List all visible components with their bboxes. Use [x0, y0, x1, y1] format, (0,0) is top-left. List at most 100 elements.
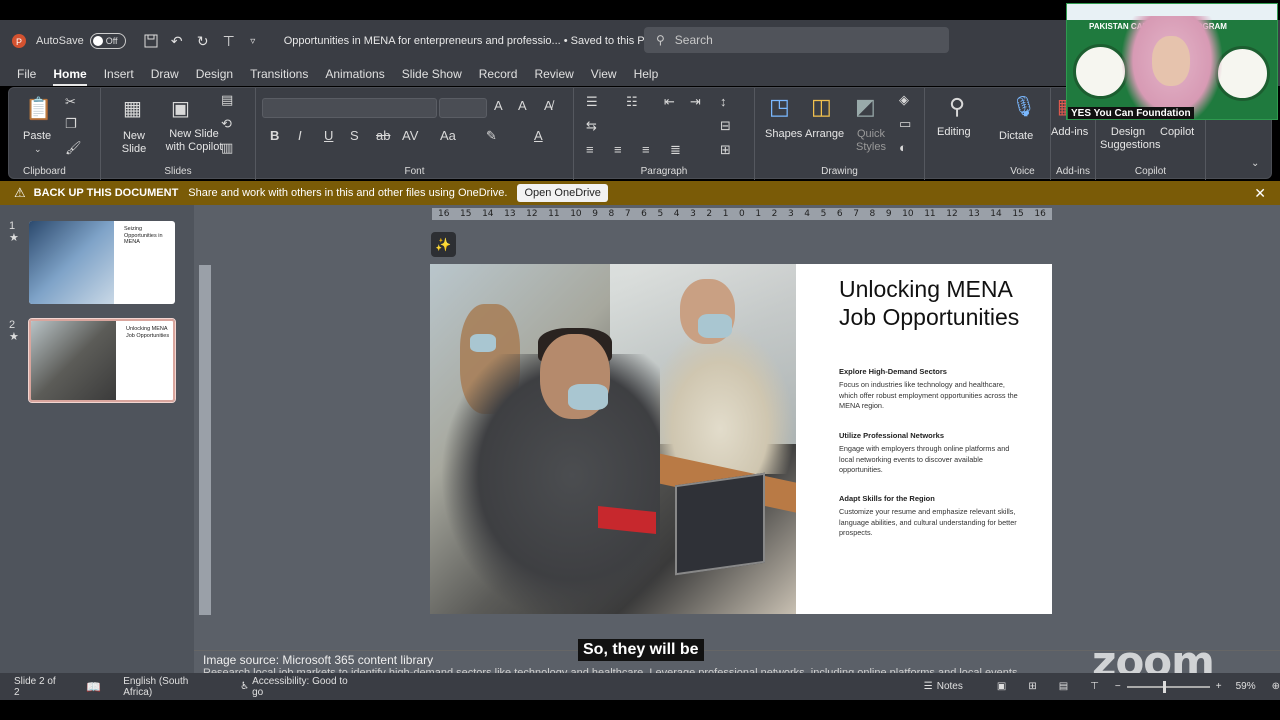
arrange-icon[interactable]: ◫	[811, 94, 832, 120]
close-icon[interactable]: ✕	[1254, 185, 1266, 202]
reset-icon[interactable]: ⟲	[221, 116, 232, 132]
reading-view-icon[interactable]: ▤	[1059, 681, 1068, 692]
ribbon-collapse-icon[interactable]: ⌄	[1251, 158, 1259, 169]
slide-thumbnail-2[interactable]: Unlocking MENA Job Opportunities	[28, 318, 176, 403]
underline-icon[interactable]: U	[324, 128, 333, 143]
save-icon[interactable]	[140, 30, 162, 52]
layout-icon[interactable]: ▤	[221, 92, 233, 108]
change-case-icon[interactable]: Aa	[440, 128, 456, 143]
document-title[interactable]: Opportunities in MENA for enterpreneurs …	[284, 35, 653, 47]
shape-effects-icon[interactable]: ◐	[899, 140, 907, 155]
undo-icon[interactable]: ↶	[166, 30, 188, 52]
language-status[interactable]: English (South Africa)	[123, 676, 216, 698]
font-name-dropdown[interactable]	[262, 98, 437, 118]
find-icon[interactable]: ⚲	[949, 94, 965, 120]
bullets-icon[interactable]: ☰	[586, 94, 598, 110]
tab-file[interactable]: File	[17, 67, 36, 86]
decrease-font-icon[interactable]: A	[518, 98, 527, 113]
dictate-button[interactable]: Dictate	[999, 130, 1033, 143]
slide-canvas[interactable]: Unlocking MENA Job Opportunities Explore…	[430, 264, 1052, 614]
decrease-indent-icon[interactable]: ⇤	[664, 94, 675, 110]
arrange-button[interactable]: Arrange	[805, 128, 844, 141]
open-onedrive-button[interactable]: Open OneDrive	[517, 184, 608, 202]
customize-toolbar-icon[interactable]: ▿	[242, 30, 264, 52]
shapes-icon[interactable]: ◳	[769, 94, 790, 120]
design-suggestions-button[interactable]: Design Suggestions	[1100, 126, 1161, 152]
quick-styles-icon[interactable]: ◩	[855, 94, 876, 120]
search-box[interactable]: ⚲ Search	[644, 27, 949, 53]
zoom-out-icon[interactable]: −	[1115, 681, 1121, 692]
increase-indent-icon[interactable]: ⇥	[690, 94, 701, 110]
clear-format-icon[interactable]: A̸	[544, 98, 553, 113]
accessibility-icon[interactable]: ♿	[240, 681, 249, 692]
slide-title[interactable]: Unlocking MENA Job Opportunities	[839, 275, 1039, 331]
slide-section-1[interactable]: Explore High-Demand Sectors Focus on ind…	[839, 367, 1019, 412]
cut-icon[interactable]: ✂	[65, 94, 76, 110]
designer-magic-icon[interactable]: ✨	[431, 232, 456, 257]
tab-draw[interactable]: Draw	[151, 67, 179, 86]
slide-section-3[interactable]: Adapt Skills for the Region Customize yo…	[839, 494, 1019, 539]
line-spacing-icon[interactable]: ↕	[720, 94, 727, 109]
quick-styles-button[interactable]: Quick Styles	[851, 128, 891, 154]
align-center-icon[interactable]: ≡	[614, 142, 622, 157]
tab-design[interactable]: Design	[196, 67, 233, 86]
shape-fill-icon[interactable]: ◈	[899, 92, 909, 108]
notes-button[interactable]: Notes	[937, 681, 963, 692]
slide-thumbnail-1[interactable]: Seizing Opportunities in MENA	[29, 221, 175, 304]
slide-section-2[interactable]: Utilize Professional Networks Engage wit…	[839, 431, 1019, 476]
shadow-icon[interactable]: S	[350, 128, 359, 143]
italic-icon[interactable]: I	[298, 128, 302, 143]
paste-icon[interactable]: 📋	[25, 96, 52, 122]
normal-view-icon[interactable]: ▣	[997, 681, 1006, 692]
font-color-icon[interactable]: A	[534, 128, 543, 143]
tab-view[interactable]: View	[591, 67, 617, 86]
fit-slide-icon[interactable]: ⊕	[1272, 681, 1280, 692]
slideshow-icon[interactable]: ⊤	[1090, 681, 1099, 692]
participant-video[interactable]: PAKISTAN CAREER ESS PROGRAM YES You Can …	[1066, 3, 1278, 120]
tab-review[interactable]: Review	[534, 67, 573, 86]
zoom-percentage[interactable]: 59%	[1236, 681, 1256, 692]
new-slide-icon[interactable]: ▦	[123, 96, 142, 121]
shape-outline-icon[interactable]: ▭	[899, 116, 911, 132]
tab-slide-show[interactable]: Slide Show	[402, 67, 462, 86]
spellcheck-icon[interactable]: 📖	[86, 680, 101, 694]
slide-sorter-icon[interactable]: ⊞	[1028, 681, 1036, 692]
paste-chevron-icon[interactable]: ⌄	[34, 144, 42, 155]
present-icon[interactable]: ⊤	[218, 30, 240, 52]
copilot-button[interactable]: Copilot	[1160, 126, 1194, 139]
tab-help[interactable]: Help	[634, 67, 659, 86]
tab-transitions[interactable]: Transitions	[250, 67, 308, 86]
copy-icon[interactable]: ❐	[65, 116, 77, 132]
tab-insert[interactable]: Insert	[104, 67, 134, 86]
align-left-icon[interactable]: ≡	[586, 142, 594, 157]
accessibility-status[interactable]: Accessibility: Good to go	[252, 676, 358, 698]
addins-button[interactable]: Add-ins	[1051, 126, 1088, 139]
bold-icon[interactable]: B	[270, 128, 279, 143]
align-text-icon[interactable]: ⊟	[720, 118, 731, 134]
strikethrough-icon[interactable]: ab	[376, 128, 390, 143]
redo-icon[interactable]: ↻	[192, 30, 214, 52]
zoom-slider[interactable]	[1126, 680, 1210, 693]
notes-icon[interactable]: ☰	[924, 681, 933, 692]
zoom-slider-thumb[interactable]	[1162, 680, 1166, 693]
numbering-icon[interactable]: ☷	[626, 94, 638, 110]
increase-font-icon[interactable]: A	[494, 98, 503, 113]
text-direction-icon[interactable]: ⇆	[586, 118, 597, 134]
shapes-button[interactable]: Shapes	[765, 128, 802, 141]
paste-button[interactable]: Paste	[23, 130, 51, 143]
format-painter-icon[interactable]: 🖌	[65, 140, 82, 156]
section-icon[interactable]: ▥	[221, 140, 233, 156]
copilot-slide-icon[interactable]: ▣	[171, 96, 190, 121]
tab-home[interactable]: Home	[53, 67, 87, 86]
zoom-in-icon[interactable]: +	[1216, 681, 1222, 692]
autosave-toggle[interactable]: Off	[89, 33, 126, 49]
smartart-icon[interactable]: ⊞	[720, 142, 731, 158]
spacing-icon[interactable]: AV	[402, 128, 418, 143]
tab-record[interactable]: Record	[479, 67, 518, 86]
align-right-icon[interactable]: ≡	[642, 142, 650, 157]
editing-button[interactable]: Editing	[937, 126, 971, 139]
highlight-icon[interactable]: ✎	[486, 128, 497, 144]
justify-icon[interactable]: ≣	[670, 142, 681, 158]
new-slide-button[interactable]: New Slide	[119, 130, 149, 156]
microphone-icon[interactable]: 🎙	[1011, 94, 1036, 119]
